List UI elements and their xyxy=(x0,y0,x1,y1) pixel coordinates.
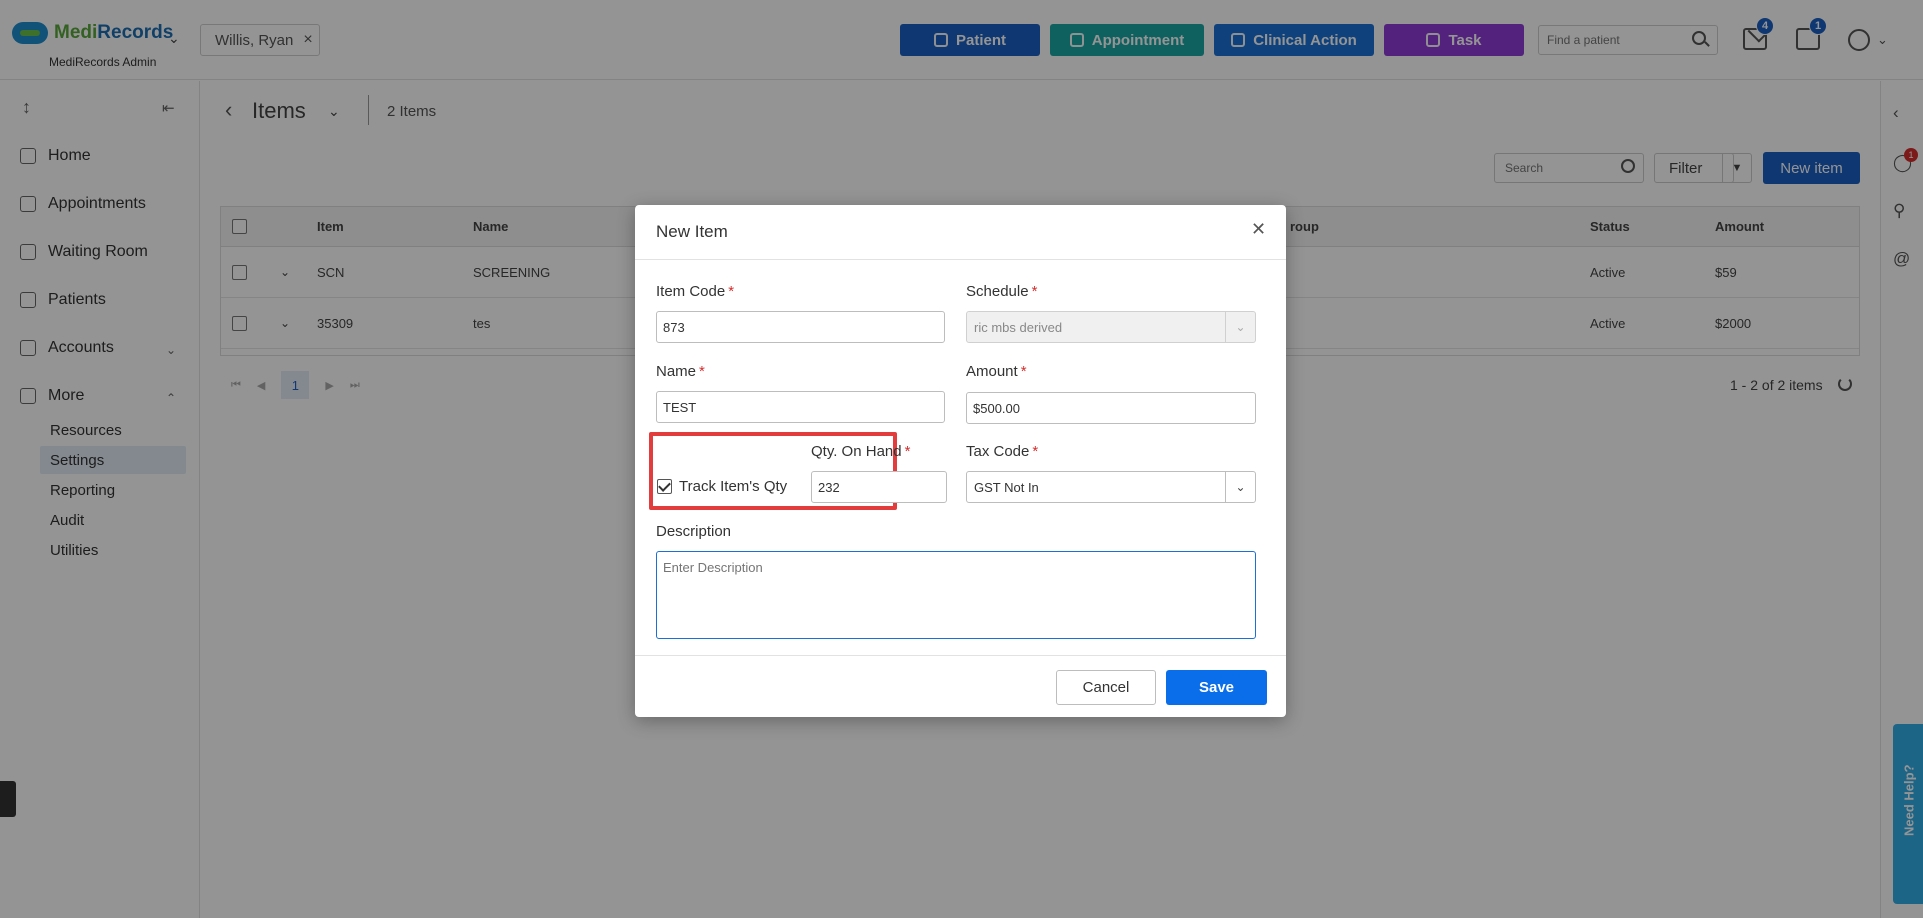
divider xyxy=(635,259,1286,260)
name-field[interactable] xyxy=(656,391,945,423)
dialog-title: New Item xyxy=(656,222,728,241)
chevron-down-icon[interactable]: ⌄ xyxy=(1225,312,1255,342)
close-icon[interactable]: ✕ xyxy=(1251,219,1266,240)
description-field[interactable] xyxy=(656,551,1256,639)
item-code-label: Item Code * xyxy=(656,283,735,300)
description-label: Description xyxy=(656,523,732,540)
schedule-value: ric mbs derived xyxy=(974,320,1063,335)
tax-code-label: Tax Code * xyxy=(966,443,1039,460)
item-code-field[interactable] xyxy=(656,311,945,343)
schedule-dropdown[interactable]: ric mbs derived ⌄ xyxy=(966,311,1256,343)
qty-on-hand-field[interactable] xyxy=(811,471,947,503)
amount-field[interactable] xyxy=(966,392,1256,424)
tax-code-value: GST Not In xyxy=(974,480,1039,495)
cancel-button[interactable]: Cancel xyxy=(1056,670,1156,705)
tax-code-dropdown[interactable]: GST Not In ⌄ xyxy=(966,471,1256,503)
qty-on-hand-label: Qty. On Hand * xyxy=(811,443,911,460)
name-label: Name * xyxy=(656,363,705,380)
track-qty-checkbox[interactable] xyxy=(657,479,672,494)
amount-label: Amount * xyxy=(966,363,1027,380)
save-button[interactable]: Save xyxy=(1166,670,1267,705)
new-item-dialog: New Item ✕ Item Code* Schedule* ric mbs … xyxy=(635,205,1286,717)
chevron-down-icon[interactable]: ⌄ xyxy=(1225,472,1255,502)
schedule-label: Schedule * xyxy=(966,283,1038,300)
divider xyxy=(635,655,1286,656)
track-qty-label[interactable]: Track Item's Qty xyxy=(679,478,787,495)
